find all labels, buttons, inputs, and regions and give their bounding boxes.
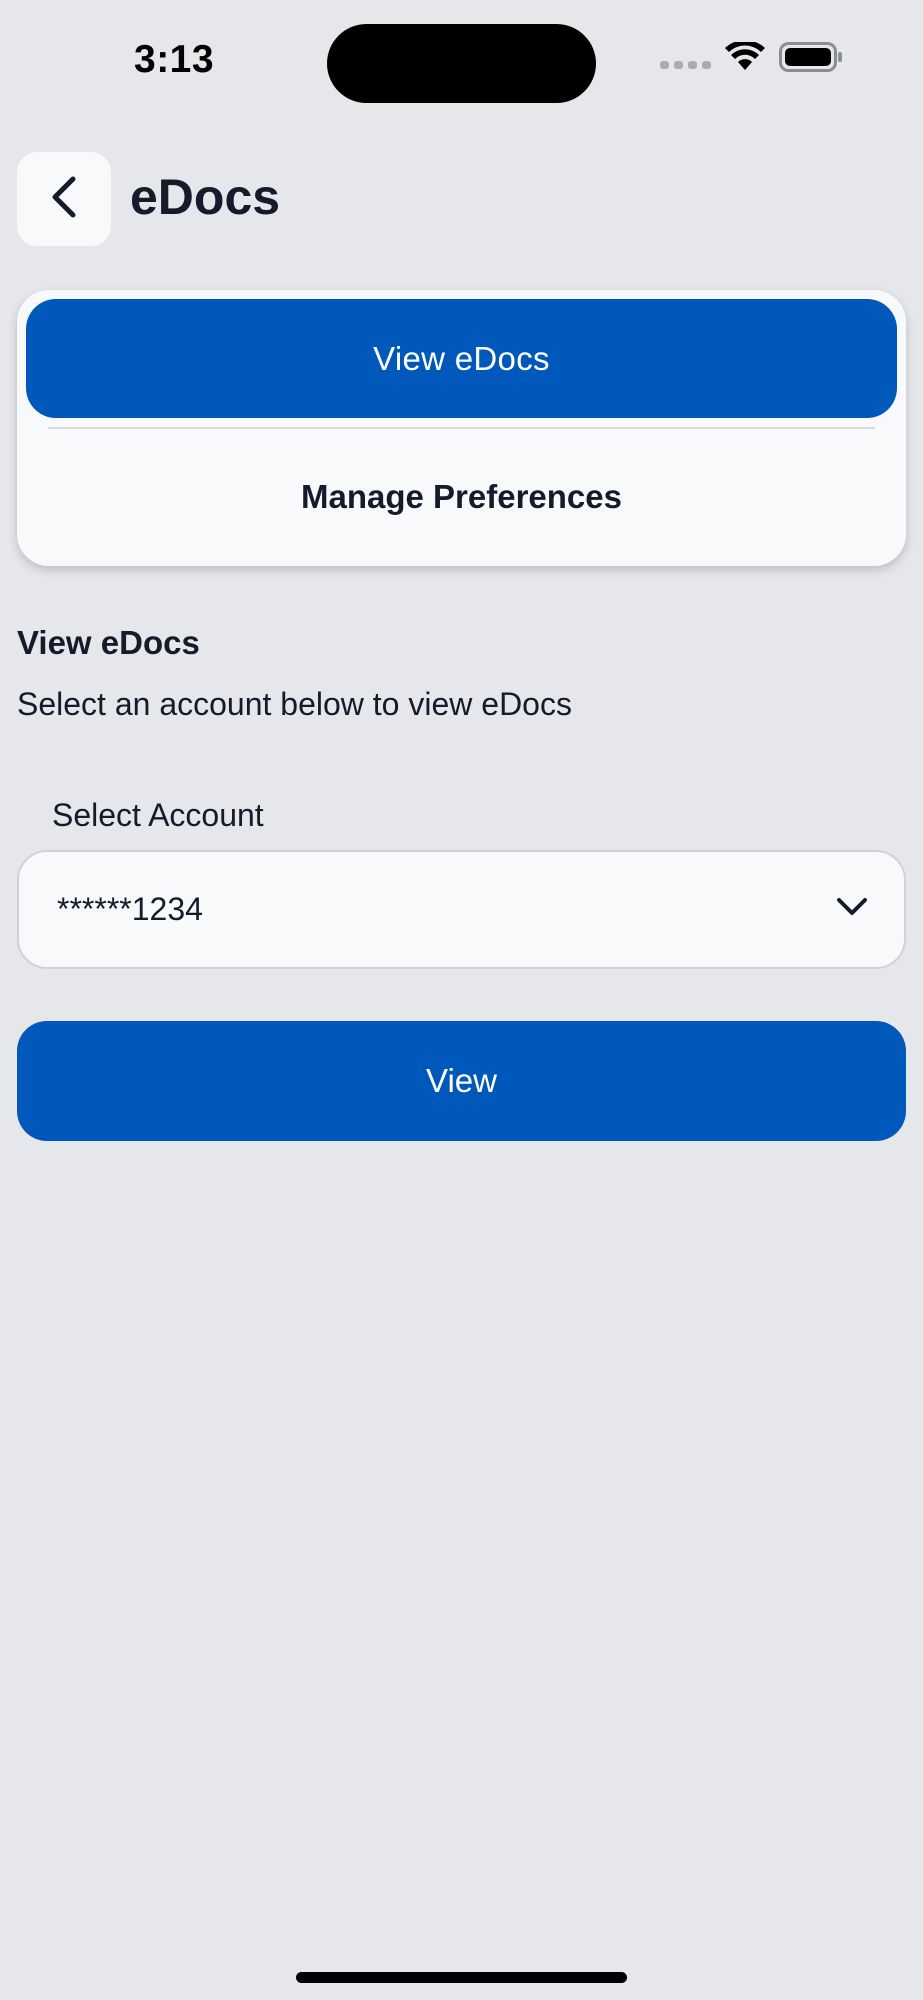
- chevron-down-icon: [836, 896, 868, 923]
- chevron-left-icon: [46, 174, 82, 225]
- wifi-icon: [725, 40, 765, 77]
- battery-icon: [779, 42, 843, 77]
- edocs-screen: 3:13 eDocs View eDocs Manage Preferences…: [0, 0, 923, 2000]
- page-title: eDocs: [130, 169, 281, 225]
- segmented-control: View eDocs Manage Preferences: [17, 290, 906, 566]
- tab-manage-preferences[interactable]: Manage Preferences: [26, 438, 897, 556]
- tab-view-edocs[interactable]: View eDocs: [26, 299, 897, 418]
- account-select-value: ******1234: [57, 891, 203, 927]
- back-button[interactable]: [17, 152, 111, 246]
- view-button[interactable]: View: [17, 1021, 906, 1141]
- status-icons: [660, 40, 843, 77]
- select-account-label: Select Account: [52, 797, 264, 833]
- account-select[interactable]: ******1234: [17, 850, 906, 969]
- status-time: 3:13: [134, 38, 215, 81]
- home-indicator: [296, 1972, 627, 1983]
- section-title: View eDocs: [17, 624, 200, 661]
- divider: [48, 427, 875, 429]
- dynamic-island: [327, 24, 596, 103]
- section-description: Select an account below to view eDocs: [17, 686, 572, 722]
- cellular-signal-icon: [660, 60, 711, 69]
